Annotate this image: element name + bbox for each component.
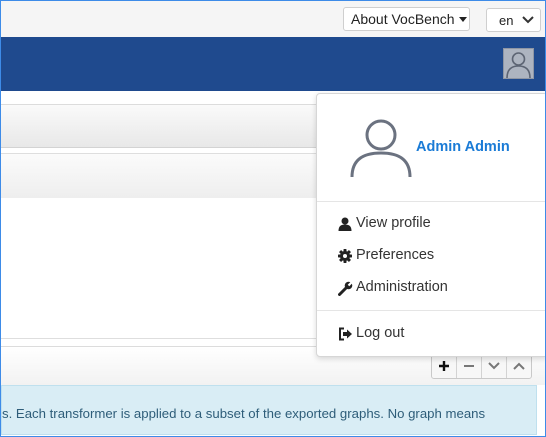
remove-button[interactable] — [457, 354, 482, 378]
info-text: s. Each transformer is applied to a subs… — [2, 406, 486, 421]
panel-heading — [1, 104, 331, 148]
log-out-label: Log out — [356, 325, 405, 341]
about-vocbench-dropdown[interactable]: About VocBench — [343, 7, 470, 31]
administration-label: Administration — [356, 279, 448, 295]
language-value: en — [499, 12, 514, 28]
user-avatar-button[interactable] — [503, 48, 534, 79]
caret-down-icon — [458, 16, 467, 22]
add-button[interactable] — [432, 354, 457, 378]
user-dropdown-menu: Admin Admin View profile Preferences Adm… — [316, 93, 545, 357]
sign-out-icon — [339, 327, 352, 341]
user-icon — [338, 217, 352, 231]
view-profile-label: View profile — [356, 215, 431, 231]
chevron-up-icon — [513, 362, 525, 370]
chevron-down-icon — [522, 16, 534, 24]
about-label: About VocBench — [351, 11, 455, 27]
app-window: About VocBench en s. Each transformer is… — [0, 0, 546, 437]
top-bar: About VocBench en — [1, 1, 545, 37]
chevron-down-icon — [488, 362, 500, 370]
view-profile-item[interactable]: View profile — [317, 209, 545, 239]
panel-body — [1, 198, 331, 339]
move-up-button[interactable] — [507, 354, 531, 378]
plus-icon — [439, 361, 449, 371]
preferences-label: Preferences — [356, 247, 435, 263]
main-navbar — [1, 37, 545, 91]
minus-icon — [464, 365, 474, 367]
move-down-button[interactable] — [482, 354, 507, 378]
wrench-icon — [338, 281, 353, 296]
info-alert: s. Each transformer is applied to a subs… — [1, 385, 537, 435]
gear-icon — [338, 249, 352, 263]
user-avatar-large-icon — [350, 119, 412, 178]
log-out-item[interactable]: Log out — [317, 319, 545, 349]
panel-subheading — [1, 153, 331, 199]
preferences-item[interactable]: Preferences — [317, 241, 545, 271]
administration-item[interactable]: Administration — [317, 273, 545, 303]
user-menu-header: Admin Admin — [317, 94, 545, 202]
menu-divider — [317, 310, 545, 311]
language-select[interactable]: en — [486, 8, 541, 32]
avatar-icon — [506, 52, 531, 78]
user-name-link[interactable]: Admin Admin — [416, 139, 510, 155]
